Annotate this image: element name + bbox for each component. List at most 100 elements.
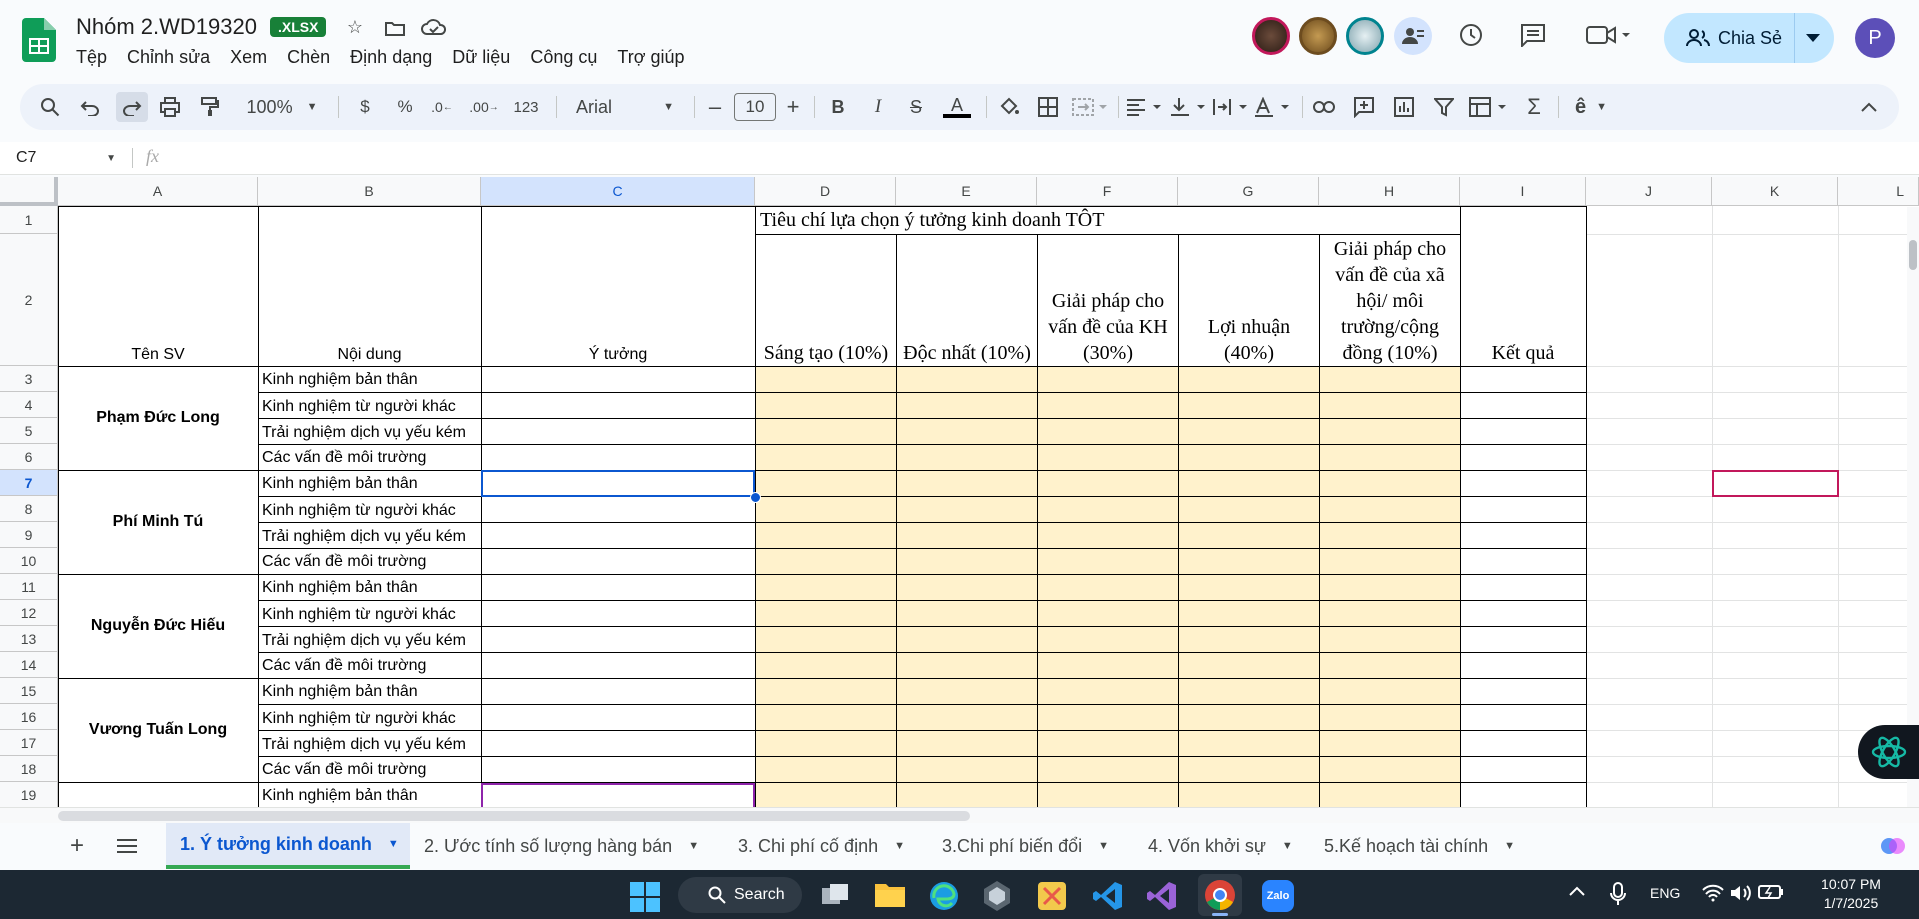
horizontal-align-icon[interactable]	[1124, 92, 1166, 122]
content-cell[interactable]: Trải nghiệm dịch vụ yếu kém	[262, 626, 480, 652]
menu-insert[interactable]: Chèn	[287, 47, 330, 68]
increase-font-size-button[interactable]: +	[782, 92, 804, 122]
add-sheet-icon[interactable]: +	[62, 823, 92, 869]
insert-link-icon[interactable]	[1310, 92, 1338, 122]
header-student-name[interactable]: Tên SV	[58, 234, 258, 366]
all-sheets-icon[interactable]	[112, 823, 142, 869]
clock[interactable]: 10:07 PM 1/7/2025	[1796, 875, 1906, 913]
selected-cell-c7[interactable]	[481, 470, 755, 497]
name-box[interactable]: C7 ▼	[0, 142, 128, 174]
horizontal-scrollbar[interactable]	[0, 807, 1919, 824]
content-cell[interactable]: Kinh nghiệm bản thân	[262, 782, 480, 807]
filter-icon[interactable]	[1430, 92, 1458, 122]
student-name-cell[interactable]: Phạm Đức Long	[58, 366, 258, 470]
language-indicator[interactable]: ENG	[1650, 885, 1680, 901]
assistant-floating-button[interactable]	[1858, 725, 1919, 779]
cloud-saved-icon[interactable]	[420, 14, 448, 40]
meet-icon[interactable]	[1584, 20, 1634, 50]
content-cell[interactable]: Trải nghiệm dịch vụ yếu kém	[262, 730, 480, 756]
sheet-tab-startup-capital[interactable]: 4. Vốn khởi sự ▼	[1134, 823, 1324, 869]
sheets-logo-icon[interactable]	[22, 18, 56, 62]
content-cell[interactable]: Kinh nghiệm bản thân	[262, 678, 480, 704]
task-view-icon[interactable]	[820, 882, 850, 908]
student-name-cell[interactable]: Phí Minh Tú	[58, 470, 258, 574]
history-icon[interactable]	[1456, 20, 1486, 50]
header-social-solution[interactable]: Giải pháp cho vấn đề của xã hội/ môi trư…	[1322, 234, 1458, 366]
content-cell[interactable]: Kinh nghiệm từ người khác	[262, 392, 480, 418]
header-creativity[interactable]: Sáng tạo (10%)	[760, 234, 892, 366]
formula-input[interactable]	[180, 146, 1880, 170]
explore-icon[interactable]	[1876, 823, 1910, 869]
fill-color-icon[interactable]	[994, 92, 1024, 122]
borders-icon[interactable]	[1034, 92, 1062, 122]
share-dropdown-icon[interactable]	[1806, 34, 1820, 42]
share-button[interactable]: Chia Sẻ	[1664, 13, 1834, 63]
menu-edit[interactable]: Chỉnh sửa	[127, 47, 210, 68]
menu-data[interactable]: Dữ liệu	[452, 47, 510, 68]
profile-avatar[interactable]: P	[1855, 18, 1895, 58]
app-icon[interactable]	[982, 880, 1012, 912]
header-idea[interactable]: Ý tưởng	[481, 234, 755, 366]
content-cell[interactable]: Các vấn đề môi trường	[262, 652, 480, 678]
star-icon[interactable]: ☆	[342, 14, 368, 40]
font-size-input[interactable]: 10	[734, 93, 776, 121]
italic-icon[interactable]: I	[866, 92, 890, 122]
insert-comment-icon[interactable]	[1350, 92, 1378, 122]
text-wrapping-icon[interactable]	[1210, 92, 1252, 122]
zoom-select[interactable]: 100% ▼	[242, 92, 322, 122]
content-cell[interactable]: Kinh nghiệm từ người khác	[262, 496, 480, 522]
start-icon[interactable]	[630, 882, 660, 912]
vertical-scrollbar[interactable]	[1907, 207, 1919, 807]
percent-format-button[interactable]: %	[392, 92, 418, 122]
wifi-icon[interactable]	[1702, 884, 1724, 904]
content-cell[interactable]: Các vấn đề môi trường	[262, 444, 480, 470]
decrease-decimal-button[interactable]: .0 ←	[424, 92, 460, 122]
sheet-tab-business-idea[interactable]: 1. Ý tưởng kinh doanh ▼	[166, 823, 410, 869]
student-name-cell[interactable]: Vương Tuấn Long	[58, 678, 258, 782]
menu-tools[interactable]: Công cụ	[530, 47, 597, 68]
menu-format[interactable]: Định dạng	[350, 47, 432, 68]
content-cell[interactable]: Trải nghiệm dịch vụ yếu kém	[262, 418, 480, 444]
microphone-icon[interactable]	[1610, 882, 1626, 906]
print-icon[interactable]	[156, 92, 184, 122]
content-cell[interactable]: Kinh nghiệm bản thân	[262, 366, 480, 392]
edge-icon[interactable]	[928, 880, 960, 912]
functions-icon[interactable]: Σ	[1520, 92, 1548, 122]
criteria-title[interactable]: Tiêu chí lựa chọn ý tưởng kinh doanh TÔT	[760, 207, 1460, 234]
fill-handle[interactable]	[750, 492, 761, 503]
document-title[interactable]: Nhóm 2.WD19320	[76, 14, 257, 40]
taskbar-search[interactable]: Search	[678, 877, 802, 913]
collaborator-avatar[interactable]	[1252, 17, 1290, 55]
undo-icon[interactable]	[76, 92, 104, 122]
header-uniqueness[interactable]: Độc nhất (10%)	[901, 234, 1033, 366]
insert-chart-icon[interactable]	[1390, 92, 1418, 122]
sheet-tab-financial-plan[interactable]: 5.Kế hoạch tài chính ▼	[1310, 823, 1554, 869]
content-cell[interactable]: Kinh nghiệm bản thân	[262, 470, 480, 496]
visual-studio-icon[interactable]	[1146, 880, 1178, 912]
sheet-tab-fixed-cost[interactable]: 3. Chi phí cố định ▼	[724, 823, 936, 869]
chrome-taskbar-button[interactable]	[1198, 874, 1242, 916]
collaborator-avatar[interactable]	[1346, 17, 1384, 55]
strikethrough-icon[interactable]: S	[904, 92, 928, 122]
snipping-tool-icon[interactable]	[1036, 880, 1068, 912]
currency-format-button[interactable]: $	[352, 92, 378, 122]
content-cell[interactable]: Các vấn đề môi trường	[262, 548, 480, 574]
menu-file[interactable]: Tệp	[76, 47, 107, 68]
content-cell[interactable]: Kinh nghiệm từ người khác	[262, 704, 480, 730]
merge-cells-icon[interactable]	[1070, 92, 1110, 122]
zalo-icon[interactable]: Zalo	[1262, 880, 1294, 912]
text-rotation-icon[interactable]	[1252, 92, 1294, 122]
vertical-align-icon[interactable]	[1168, 92, 1210, 122]
text-color-icon[interactable]: A	[940, 92, 974, 122]
input-tools-icon[interactable]: ê ▼	[1568, 92, 1614, 122]
file-explorer-icon[interactable]	[874, 880, 906, 910]
header-profit[interactable]: Lợi nhuận (40%)	[1183, 234, 1315, 366]
comments-icon[interactable]	[1518, 20, 1548, 50]
increase-decimal-button[interactable]: .00 →	[466, 92, 502, 122]
more-formats-button[interactable]: 123	[506, 92, 546, 122]
bold-icon[interactable]: B	[826, 92, 850, 122]
battery-icon[interactable]	[1758, 884, 1784, 904]
collaborator-avatar[interactable]	[1299, 17, 1337, 55]
vscode-icon[interactable]	[1092, 880, 1124, 912]
filter-views-icon[interactable]	[1466, 92, 1512, 122]
